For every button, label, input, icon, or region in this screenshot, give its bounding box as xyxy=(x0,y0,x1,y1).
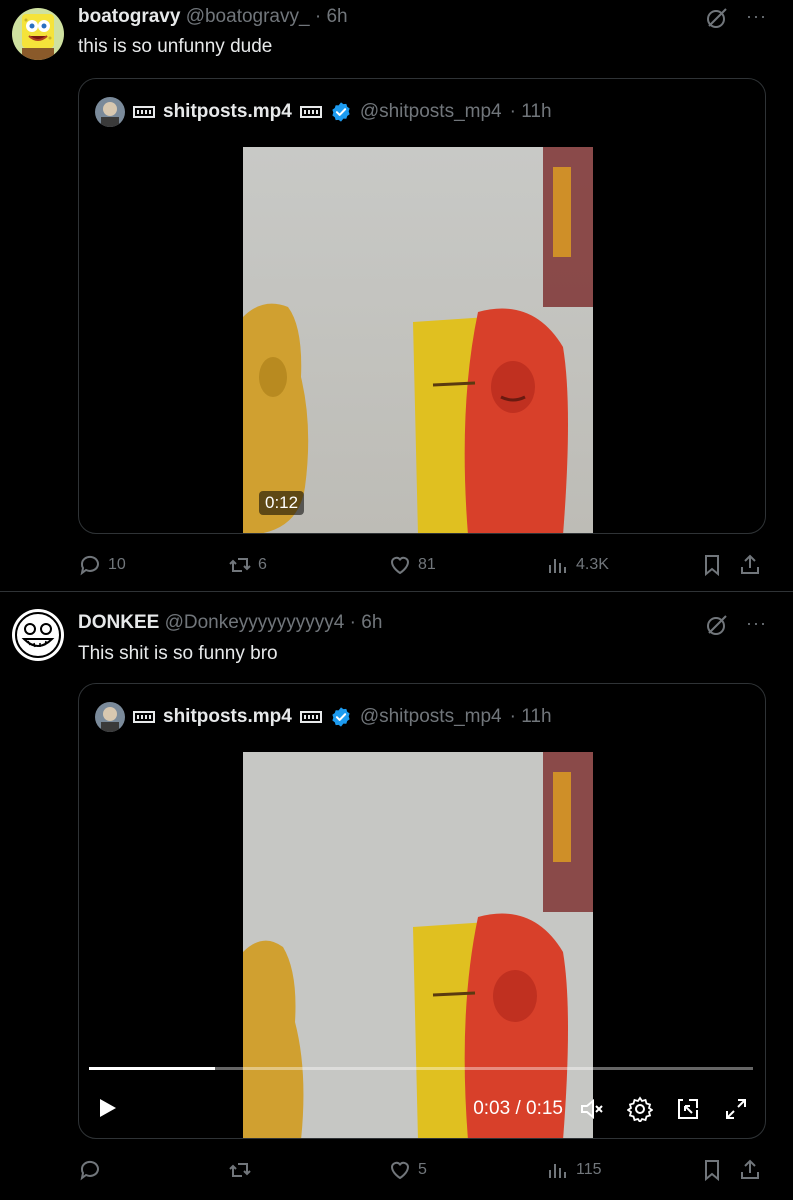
video-controls: 0:03 / 0:15 xyxy=(79,1088,765,1128)
film-emoji-icon xyxy=(133,106,155,118)
like-icon xyxy=(390,556,410,575)
like-count: 81 xyxy=(418,556,436,573)
views-icon xyxy=(549,559,566,573)
author-handle[interactable]: @boatogravy_ xyxy=(186,6,310,27)
quoted-author-handle: @shitposts_mp4 xyxy=(359,101,502,122)
like-icon xyxy=(390,1161,410,1180)
grok-icon[interactable] xyxy=(705,6,729,30)
tweet-header: DONKEE @Donkeyyyyyyyyyy4 · 6h xyxy=(78,612,382,634)
divider xyxy=(0,591,793,592)
views-count: 115 xyxy=(576,1161,602,1178)
quoted-timestamp: · 11h xyxy=(509,101,552,122)
timestamp[interactable]: · 6h xyxy=(350,612,383,633)
video-player[interactable] xyxy=(243,752,593,1138)
quoted-avatar xyxy=(95,702,125,732)
views-count: 4.3K xyxy=(576,556,609,573)
video-progress-fill xyxy=(89,1067,216,1070)
repost-button[interactable] xyxy=(228,1155,258,1185)
settings-icon[interactable] xyxy=(627,1096,653,1122)
quoted-author-name: shitposts.mp4 xyxy=(163,101,292,122)
author-name[interactable]: DONKEE xyxy=(78,612,159,633)
reply-button[interactable] xyxy=(78,1155,108,1185)
more-icon[interactable]: ··· xyxy=(746,613,767,634)
quoted-header: shitposts.mp4 @shitposts_mp4 · 11h xyxy=(95,702,552,732)
pip-icon[interactable] xyxy=(675,1096,701,1122)
bookmark-button[interactable] xyxy=(700,1155,724,1185)
share-button[interactable] xyxy=(738,550,762,580)
bookmark-icon xyxy=(705,555,719,577)
avatar[interactable] xyxy=(12,609,64,661)
action-bar: 5 115 xyxy=(78,1155,778,1185)
views-icon xyxy=(549,1164,566,1178)
repost-count: 6 xyxy=(258,556,267,573)
like-count: 5 xyxy=(418,1161,427,1178)
fullscreen-icon[interactable] xyxy=(723,1096,749,1122)
film-emoji-icon xyxy=(133,711,155,723)
author-name[interactable]: boatogravy xyxy=(78,6,180,27)
quoted-header: shitposts.mp4 @shitposts_mp4 · 11h xyxy=(95,97,552,127)
like-button[interactable]: 5 xyxy=(388,1155,427,1185)
film-emoji-icon xyxy=(299,711,322,723)
tweet[interactable]: DONKEE @Donkeyyyyyyyyyy4 · 6h This shit … xyxy=(0,593,793,1200)
more-icon[interactable]: ··· xyxy=(746,6,767,27)
reply-count: 10 xyxy=(108,556,126,573)
tweet-header: boatogravy @boatogravy_ · 6h xyxy=(78,6,348,28)
film-emoji-icon xyxy=(299,106,322,118)
bookmark-button[interactable] xyxy=(700,550,724,580)
repost-icon xyxy=(229,1163,251,1177)
action-bar: 10 6 81 4.3K xyxy=(78,550,778,580)
video-player[interactable]: 0:12 xyxy=(243,147,593,533)
grok-icon[interactable] xyxy=(705,613,729,637)
verified-badge-icon xyxy=(332,707,350,727)
quoted-author-name: shitposts.mp4 xyxy=(163,706,292,727)
quoted-timestamp: · 11h xyxy=(509,706,552,727)
tweet[interactable]: boatogravy @boatogravy_ · 6h this is so … xyxy=(0,0,793,592)
avatar[interactable] xyxy=(12,8,64,60)
quoted-author-handle: @shitposts_mp4 xyxy=(359,706,502,727)
quoted-tweet[interactable]: shitposts.mp4 @shitposts_mp4 · 11h xyxy=(78,683,766,1139)
share-icon xyxy=(741,1159,759,1179)
timestamp[interactable]: · 6h xyxy=(315,6,348,27)
repost-button[interactable]: 6 xyxy=(228,550,267,580)
quoted-avatar xyxy=(95,97,125,127)
video-time: 0:03 / 0:15 xyxy=(473,1098,563,1119)
share-icon xyxy=(741,554,759,574)
quoted-tweet[interactable]: shitposts.mp4 @shitposts_mp4 · 11h xyxy=(78,78,766,534)
mute-icon[interactable] xyxy=(579,1096,605,1122)
reply-icon xyxy=(80,1160,99,1181)
video-duration: 0:12 xyxy=(259,491,305,515)
verified-badge-icon xyxy=(332,102,350,122)
author-handle[interactable]: @Donkeyyyyyyyyyy4 xyxy=(165,612,345,633)
tweet-text: This shit is so funny bro xyxy=(78,643,278,664)
tweet-text: this is so unfunny dude xyxy=(78,36,273,57)
video-progress-bar[interactable] xyxy=(89,1067,753,1070)
reply-button[interactable]: 10 xyxy=(78,550,126,580)
repost-icon xyxy=(229,558,251,572)
reply-icon xyxy=(80,555,99,576)
like-button[interactable]: 81 xyxy=(388,550,436,580)
bookmark-icon xyxy=(705,1160,719,1182)
views-button[interactable]: 115 xyxy=(546,1155,602,1185)
share-button[interactable] xyxy=(738,1155,762,1185)
views-button[interactable]: 4.3K xyxy=(546,550,609,580)
play-icon[interactable] xyxy=(95,1096,119,1120)
